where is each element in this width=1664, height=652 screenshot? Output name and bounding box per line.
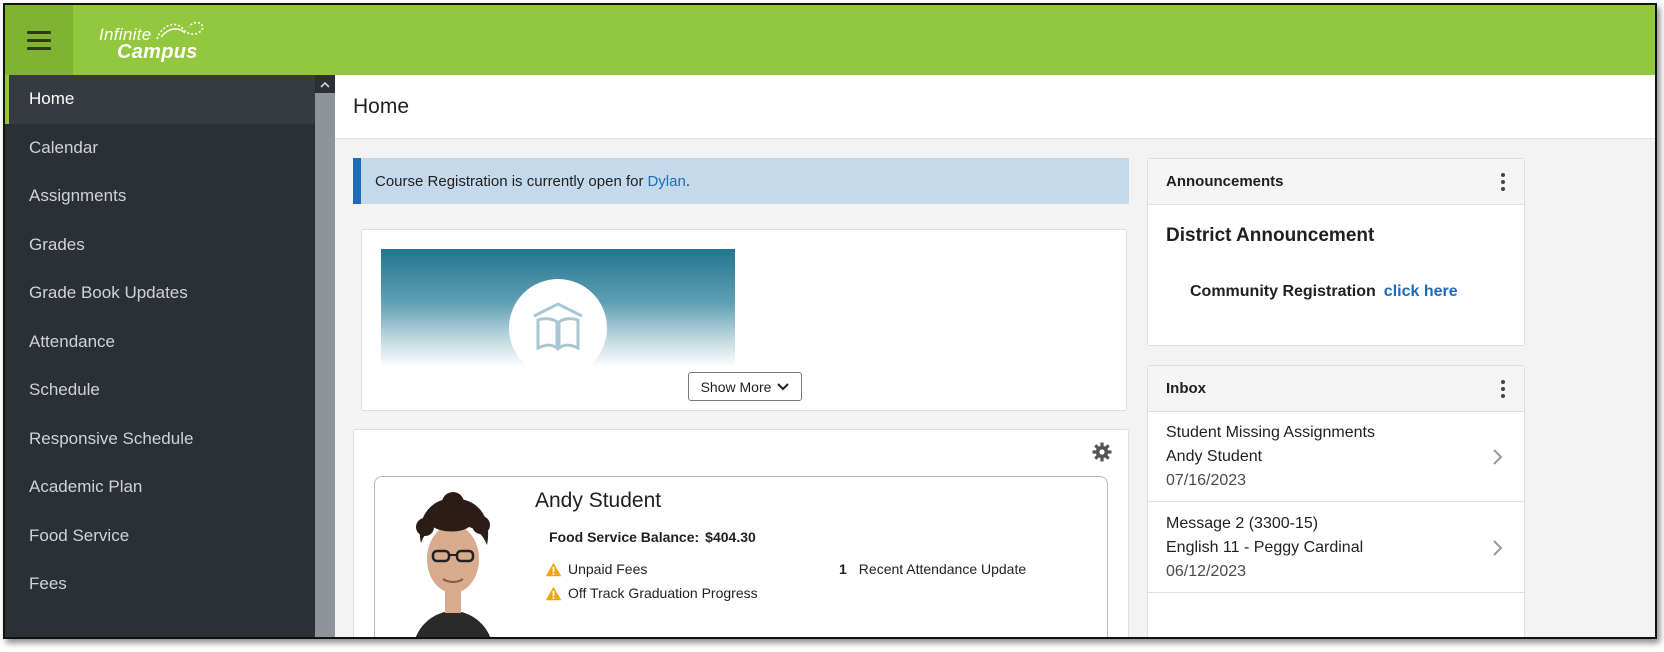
top-bar: Infinite Campus [5,5,1655,75]
attendance-label: Recent Attendance Update [858,561,1027,577]
sidebar-item-schedule[interactable]: Schedule [5,366,315,415]
sidebar-item-academic-plan[interactable]: Academic Plan [5,463,315,512]
announcements-card: Announcements District Announcement Comm… [1147,158,1525,346]
hamburger-icon [27,30,51,50]
food-service-balance: Food Service Balance: $404.30 [549,529,756,545]
message-title: Student Missing Assignments [1166,424,1375,441]
sidebar-item-grade-book-updates[interactable]: Grade Book Updates [5,269,315,318]
sidebar-nav: Home Calendar Assignments Grades Grade B… [5,75,315,637]
main-content: Home Course Registration is currently op… [335,75,1655,637]
sidebar-item-food-service[interactable]: Food Service [5,512,315,561]
inbox-card: Inbox Student Missing Assignments Andy S… [1147,365,1525,637]
warning-icon [545,562,562,576]
balance-label: Food Service Balance: [549,529,700,545]
page-title: Home [353,95,410,118]
app-window: Infinite Campus Home Calendar Assignment… [3,3,1657,639]
student-card: Andy Student Food Service Balance: $404.3… [353,429,1129,637]
sidebar-item-responsive-schedule[interactable]: Responsive Schedule [5,415,315,464]
announcement-link[interactable]: click here [1384,283,1458,300]
inbox-title: Inbox [1166,380,1206,397]
chevron-right-icon [1493,540,1503,556]
alert-off-track-graduation[interactable]: Off Track Graduation Progress [545,585,758,601]
sidebar-item-assignments[interactable]: Assignments [5,172,315,221]
announcement-text: Community Registration [1190,283,1376,300]
recent-attendance-update[interactable]: 1 Recent Attendance Update [839,561,1026,577]
message-title: Message 2 (3300-15) [1166,515,1319,532]
alert-unpaid-fees[interactable]: Unpaid Fees [545,561,647,577]
infinite-campus-logo[interactable]: Infinite Campus [97,19,217,63]
show-more-button[interactable]: Show More [688,372,802,401]
warning-icon [545,586,562,600]
course-card: Show More [361,229,1127,411]
inbox-message[interactable]: Message 2 (3300-15) English 11 - Peggy C… [1148,503,1524,593]
announcements-header: Announcements [1148,159,1524,205]
attendance-count: 1 [839,561,847,577]
student-photo [403,487,503,637]
sidebar-item-attendance[interactable]: Attendance [5,318,315,367]
logo-swoosh-icon [156,21,204,40]
message-subtitle: Andy Student [1166,448,1263,465]
chevron-right-icon [1493,449,1503,465]
inbox-header: Inbox [1148,366,1524,412]
announcement-body: Community Registration click here [1190,283,1458,301]
announcements-more-icon[interactable] [1500,173,1506,191]
course-registration-banner: Course Registration is currently open fo… [353,158,1129,204]
screenshot-frame: Infinite Campus Home Calendar Assignment… [0,0,1664,652]
announcements-title: Announcements [1166,173,1284,190]
banner-student-link[interactable]: Dylan [647,173,685,190]
balance-value: $404.30 [705,529,756,545]
show-more-label: Show More [700,378,772,395]
menu-toggle-button[interactable] [5,5,73,75]
student-name: Andy Student [535,489,662,512]
sidebar-item-fees[interactable]: Fees [5,560,315,609]
sidebar-item-calendar[interactable]: Calendar [5,124,315,173]
sidebar-item-home[interactable]: Home [5,75,315,124]
district-announcement-title: District Announcement [1166,225,1375,246]
inbox-more-icon[interactable] [1500,380,1506,398]
banner-suffix: . [685,172,690,190]
alert-label: Unpaid Fees [568,561,648,577]
student-summary[interactable]: Andy Student Food Service Balance: $404.3… [374,476,1108,637]
scroll-up-arrow-icon[interactable] [315,75,335,93]
message-date: 07/16/2023 [1166,472,1247,489]
alert-label: Off Track Graduation Progress [568,585,758,601]
message-date: 06/12/2023 [1166,563,1247,580]
gear-icon[interactable] [1092,442,1112,462]
course-banner-image [381,249,735,367]
message-subtitle: English 11 - Peggy Cardinal [1166,539,1364,556]
banner-text: Course Registration is currently open fo… [375,172,644,190]
page-header: Home [335,75,1655,139]
sidebar-scrollbar[interactable] [315,75,335,637]
sidebar-item-grades[interactable]: Grades [5,221,315,270]
chevron-down-icon [777,382,790,390]
inbox-message[interactable]: Student Missing Assignments Andy Student… [1148,412,1524,502]
course-book-icon [509,279,607,367]
